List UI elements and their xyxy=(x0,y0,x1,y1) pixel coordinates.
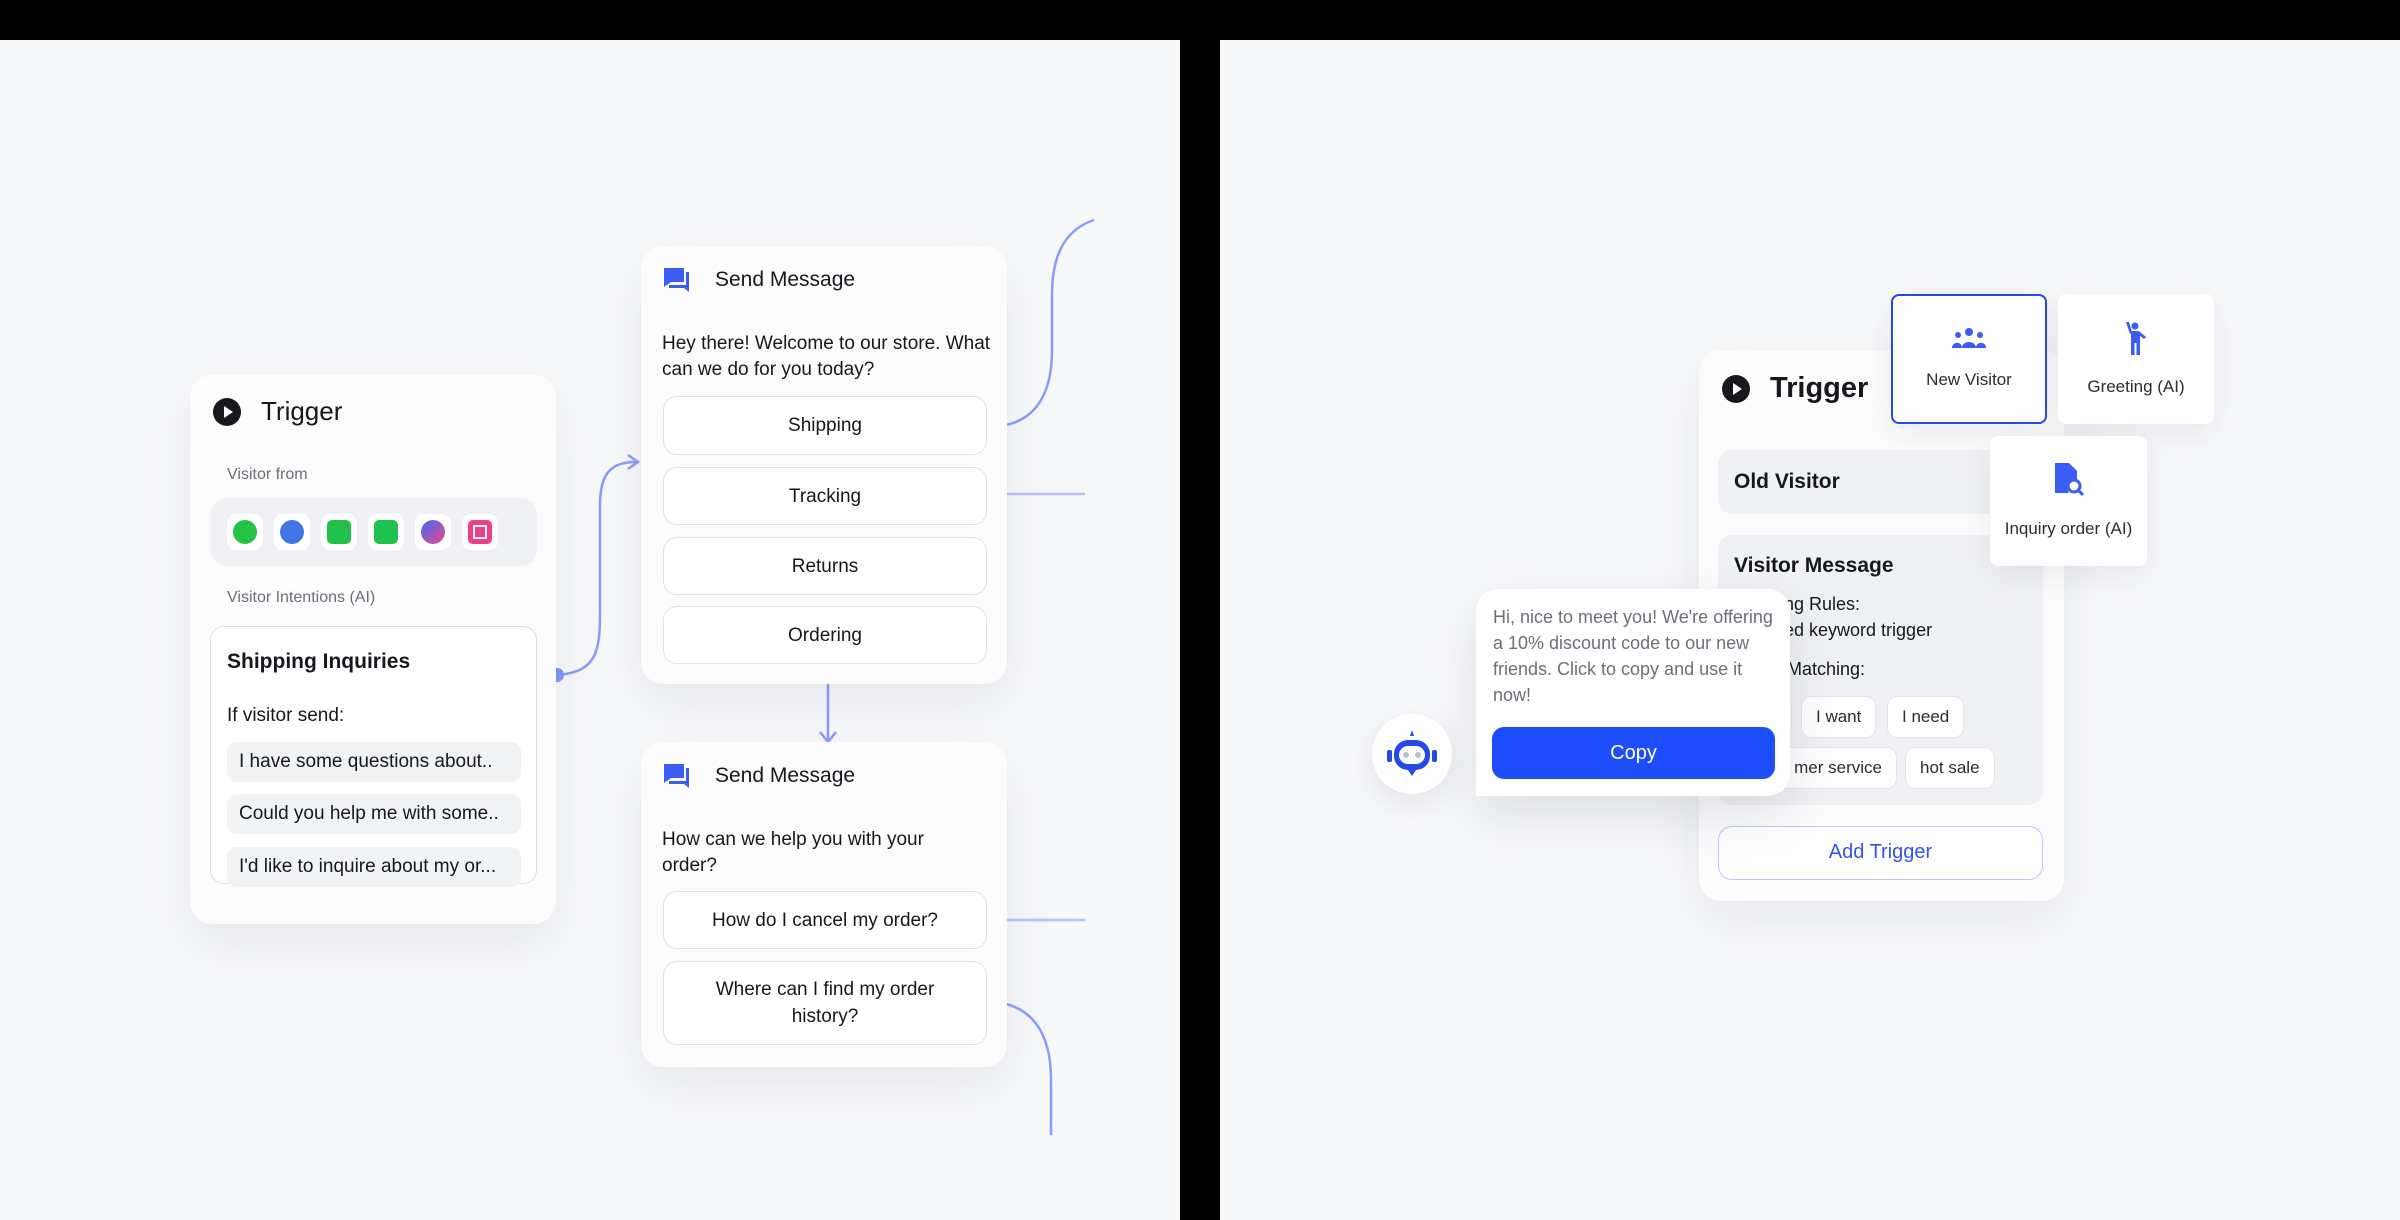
instagram-icon[interactable] xyxy=(462,514,498,550)
add-trigger-button[interactable]: Add Trigger xyxy=(1718,826,2043,880)
send-message-title: Send Message xyxy=(715,268,856,291)
wechat-icon[interactable] xyxy=(321,514,357,550)
option-button-tracking[interactable]: Tracking xyxy=(663,467,987,525)
trigger-title: Trigger xyxy=(261,396,343,426)
send-message-title: Send Message xyxy=(715,764,856,787)
waving-person-icon xyxy=(2126,322,2146,355)
option-button-shipping[interactable]: Shipping xyxy=(663,396,987,455)
greeting-label: Greeting (AI) xyxy=(2087,377,2185,396)
visitor-from-label: Visitor from xyxy=(227,466,308,483)
bot-avatar[interactable] xyxy=(1372,714,1452,794)
copy-button[interactable]: Copy xyxy=(1492,727,1775,779)
intention-title: Shipping Inquiries xyxy=(227,650,411,673)
message-text: How can we help you with your order? xyxy=(662,829,924,876)
popup-message: Hi, nice to meet you! We're offering a 1… xyxy=(1493,607,1773,705)
example-phrase: Could you help me with some.. xyxy=(227,794,521,834)
telegram-icon[interactable] xyxy=(274,514,310,550)
new-visitor-label: New Visitor xyxy=(1926,370,2012,389)
example-phrase: I have some questions about.. xyxy=(227,742,521,782)
option-button-returns[interactable]: Returns xyxy=(663,537,987,595)
play-icon xyxy=(1722,374,1750,403)
chat-popup: Hi, nice to meet you! We're offering a 1… xyxy=(1476,589,1790,796)
keyword-chip[interactable]: I need xyxy=(1887,696,1965,738)
trigger-card[interactable]: Trigger Visitor from Visitor Intentions … xyxy=(190,375,556,924)
trigger-type-greeting[interactable]: Greeting (AI) xyxy=(2058,294,2214,424)
trigger-header: Trigger xyxy=(213,396,342,427)
play-icon xyxy=(213,397,241,426)
whatsapp-icon[interactable] xyxy=(227,514,263,550)
inquiry-order-label: Inquiry order (AI) xyxy=(2004,519,2133,538)
trigger-type-inquiry-order[interactable]: Inquiry order (AI) xyxy=(1990,436,2147,566)
trigger-title: Trigger xyxy=(1770,372,1869,404)
visitor-intentions-label: Visitor Intentions (AI) xyxy=(227,589,376,606)
option-button-ordering[interactable]: Ordering xyxy=(663,606,987,664)
send-message-header: Send Message xyxy=(663,762,855,790)
example-phrase: I'd like to inquire about my or... xyxy=(227,847,521,887)
robot-icon xyxy=(1387,730,1437,776)
trigger-header: Trigger xyxy=(1722,372,1868,405)
send-message-header: Send Message xyxy=(663,266,855,294)
matching-rules-label: ing Rules: xyxy=(1780,594,1861,614)
document-search-icon xyxy=(2054,463,2084,497)
messenger-icon[interactable] xyxy=(415,514,451,550)
message-text: Hey there! Welcome to our store. What ca… xyxy=(662,333,991,380)
keyword-chip[interactable]: hot sale xyxy=(1905,747,1995,789)
chat-bubbles-icon xyxy=(664,268,689,292)
matching-rules-value: ied keyword trigger xyxy=(1780,620,1933,640)
matching-label: Matching: xyxy=(1787,659,1866,679)
trigger-type-new-visitor[interactable]: New Visitor xyxy=(1891,294,2047,424)
visitor-message-title: Visitor Message xyxy=(1734,554,1894,577)
keyword-chip[interactable]: I want xyxy=(1801,696,1877,738)
connector-intention-to-message xyxy=(556,460,637,677)
if-visitor-send-label: If visitor send: xyxy=(227,705,345,726)
option-button-order-history[interactable]: Where can I find my order history? xyxy=(663,961,987,1045)
option-button-cancel-order[interactable]: How do I cancel my order? xyxy=(663,891,987,949)
line-icon[interactable] xyxy=(368,514,404,550)
chat-bubbles-icon xyxy=(664,764,689,788)
group-icon xyxy=(1952,328,1986,348)
channel-list xyxy=(211,498,537,566)
